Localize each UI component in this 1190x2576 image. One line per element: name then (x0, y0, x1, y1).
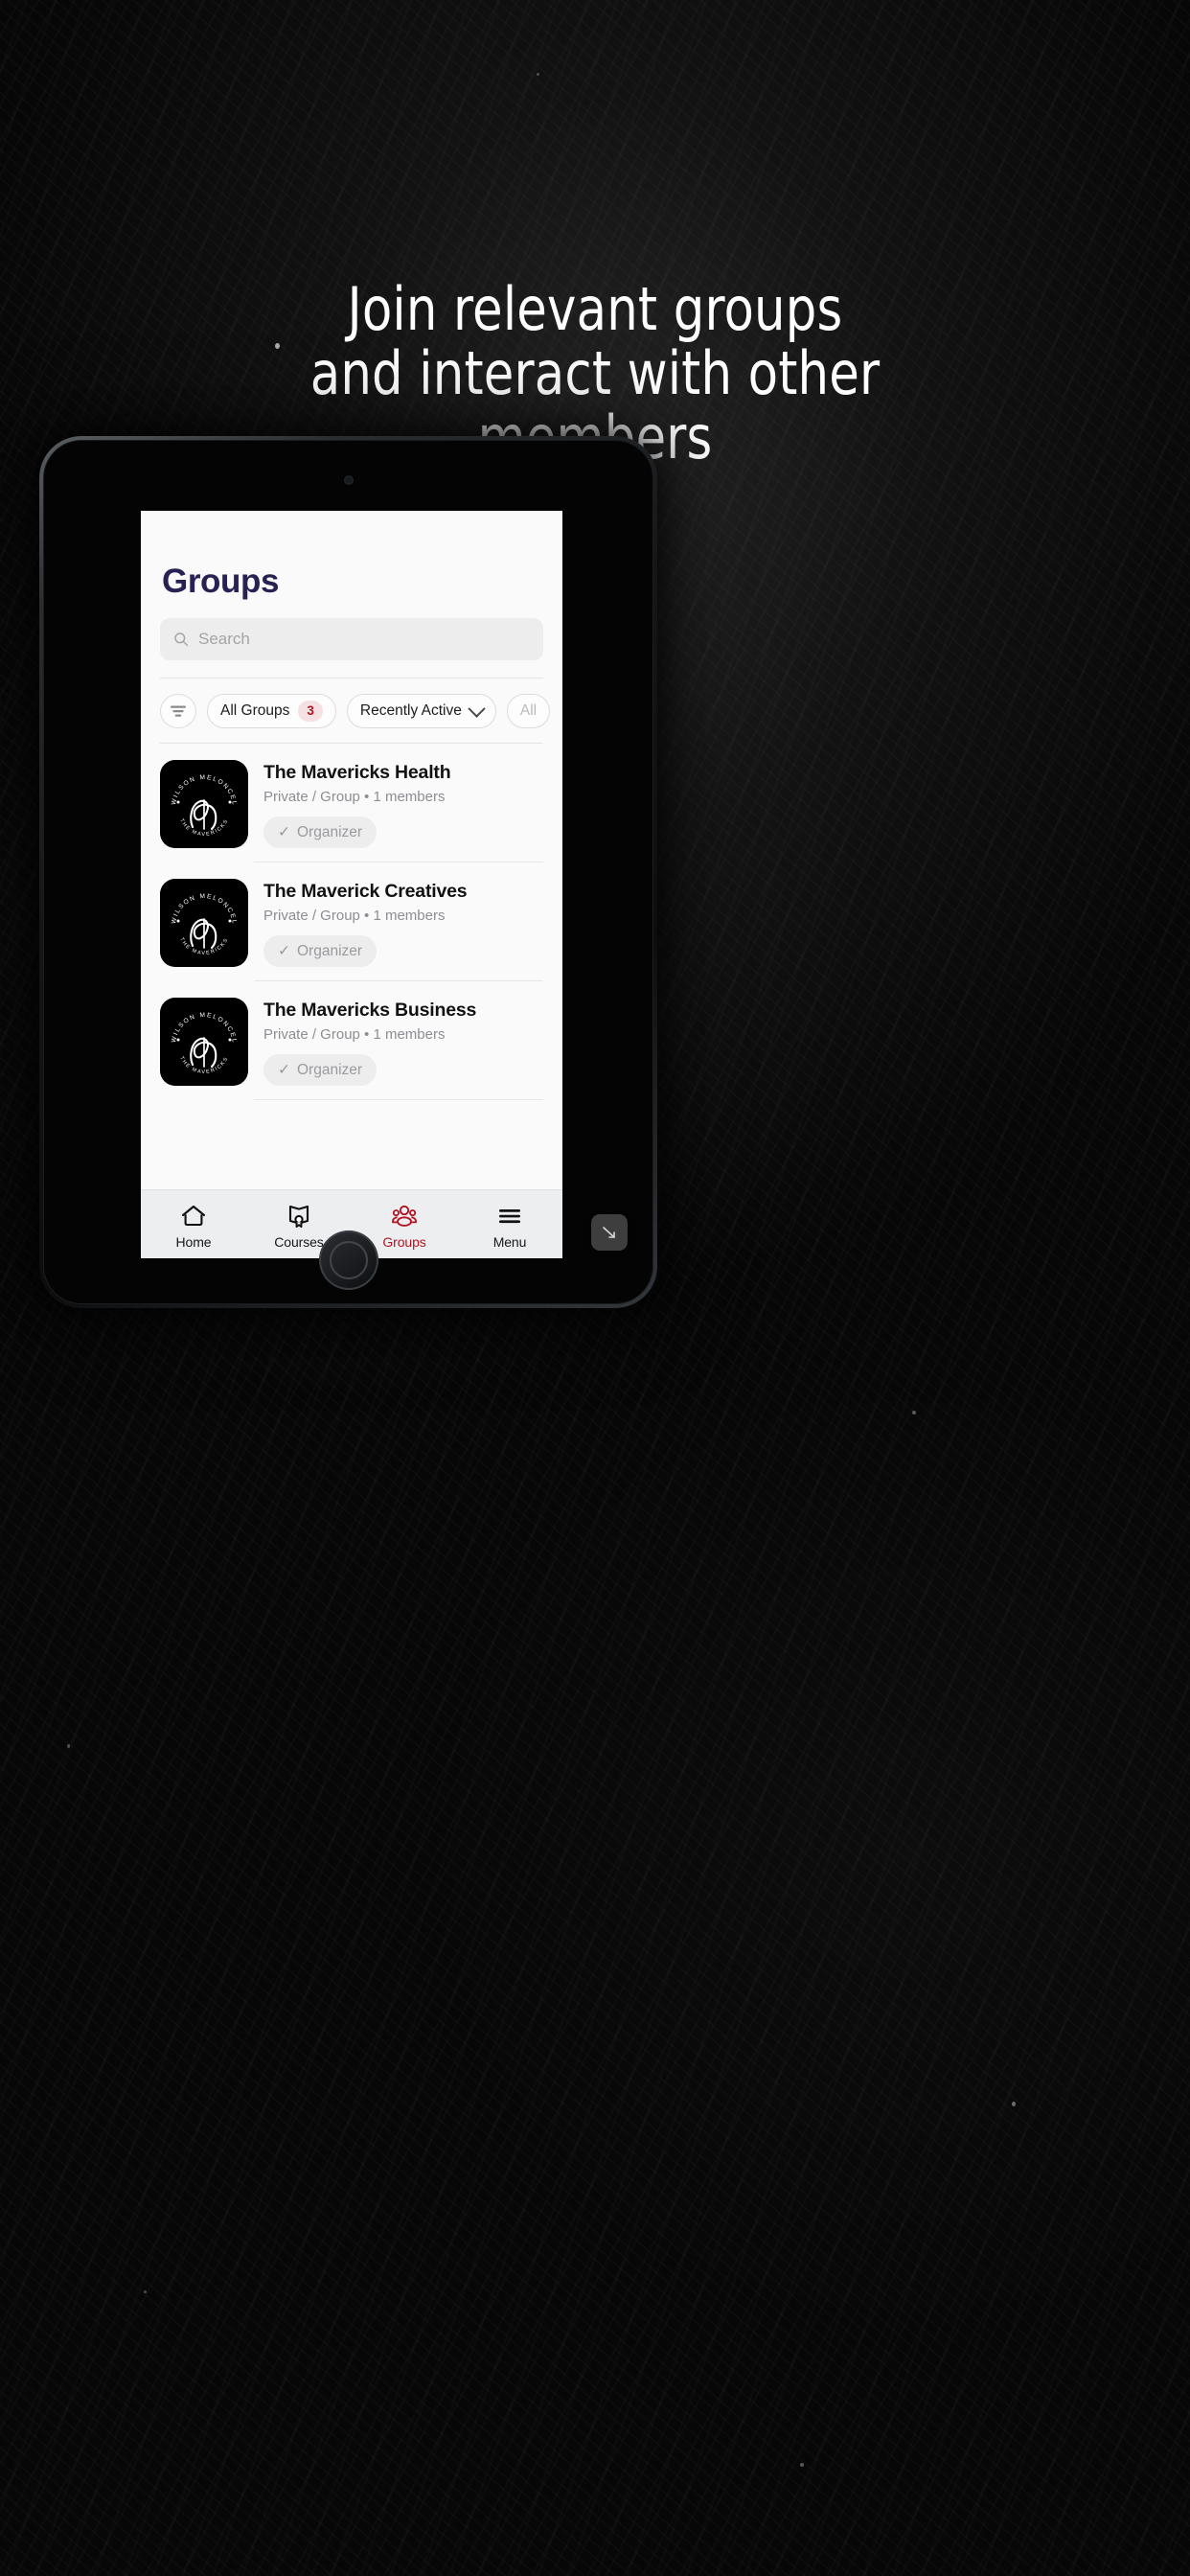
courses-icon (288, 1205, 309, 1228)
chip-all-label: All (519, 702, 538, 719)
group-name: The Mavericks Business (263, 1000, 477, 1021)
headline-line-1: Join relevant groups (347, 274, 843, 344)
status-badge: ✓ Organizer (263, 816, 378, 848)
headline-line-2: and interact with other (309, 337, 881, 408)
group-meta: Private / Group • 1 members (263, 908, 446, 924)
maverick-logo-icon: C WILSON MELONCELLI THE MAVERICKS (160, 760, 248, 848)
hamburger-icon (499, 1208, 520, 1223)
nav-item-groups-label: Groups (382, 1233, 426, 1250)
status-badge-label: Organizer (297, 1061, 363, 1078)
status-badge: ✓ Organizer (263, 1054, 378, 1086)
home-button[interactable] (318, 1230, 378, 1290)
search-icon (174, 632, 189, 647)
status-badge-label: Organizer (297, 823, 363, 840)
avatar: C WILSON MELONCELLI THE MAVERICKS (160, 760, 248, 848)
groups-icon (392, 1205, 417, 1227)
list-item[interactable]: C WILSON MELONCELLI THE MAVERICKS (141, 744, 562, 848)
list-divider (254, 1099, 543, 1100)
nav-item-home-label: Home (175, 1233, 212, 1250)
list-item-body: The Mavericks Business Private / Group •… (263, 998, 543, 1086)
filter-chip-row[interactable]: All Groups 3 Recently Active All (141, 678, 562, 743)
group-name: The Mavericks Health (263, 762, 451, 783)
list-item-body: The Mavericks Health Private / Group • 1… (263, 760, 543, 848)
check-icon: ✓ (278, 1062, 290, 1078)
home-icon (181, 1205, 206, 1226)
search-placeholder: Search (198, 630, 250, 648)
resize-arrow-icon (603, 1227, 615, 1238)
chip-all-groups-count: 3 (298, 701, 323, 722)
filter-toggle-button[interactable] (160, 694, 196, 728)
chip-recently-active[interactable]: Recently Active (346, 694, 496, 728)
group-meta: Private / Group • 1 members (263, 789, 446, 805)
check-icon: ✓ (278, 943, 290, 959)
nav-item-home[interactable]: Home (141, 1190, 246, 1258)
list-item[interactable]: C WILSON MELONCELLI THE MAVERICKS (141, 981, 562, 1086)
group-meta: Private / Group • 1 members (263, 1026, 446, 1043)
app-header: Groups Search (141, 511, 562, 678)
filter-lines-icon (171, 705, 186, 717)
chip-all-groups[interactable]: All Groups 3 (207, 694, 336, 728)
chip-all-groups-label: All Groups (220, 702, 290, 719)
front-camera (343, 475, 354, 485)
status-badge-label: Organizer (297, 942, 363, 959)
nav-item-menu-label: Menu (492, 1233, 527, 1250)
nav-item-menu[interactable]: Menu (457, 1190, 562, 1258)
resize-button[interactable] (591, 1214, 628, 1251)
chevron-down-icon (468, 699, 486, 718)
page-title: Groups (162, 563, 280, 600)
tablet-device-frame: Groups Search All Groups 3 Recently Acti… (39, 436, 657, 1308)
chip-all[interactable]: All (506, 694, 551, 728)
check-icon: ✓ (278, 824, 290, 840)
avatar: C WILSON MELONCELLI THE MAVERICKS (160, 879, 248, 967)
group-list: C WILSON MELONCELLI THE MAVERICKS (141, 744, 562, 1100)
nav-item-courses-label: Courses (274, 1233, 324, 1250)
status-badge: ✓ Organizer (263, 935, 378, 967)
group-name: The Maverick Creatives (263, 881, 468, 902)
app-screen: Groups Search All Groups 3 Recently Acti… (141, 511, 562, 1258)
list-item[interactable]: C WILSON MELONCELLI THE MAVERICKS (141, 862, 562, 967)
avatar: C WILSON MELONCELLI THE MAVERICKS (160, 998, 248, 1086)
tablet-body: Groups Search All Groups 3 Recently Acti… (43, 440, 653, 1304)
maverick-logo-icon: C WILSON MELONCELLI THE MAVERICKS (160, 879, 248, 967)
maverick-logo-icon: C WILSON MELONCELLI THE MAVERICKS (160, 998, 248, 1086)
search-input[interactable]: Search (160, 618, 543, 660)
chip-recently-active-label: Recently Active (359, 702, 462, 719)
list-item-body: The Maverick Creatives Private / Group •… (263, 879, 543, 967)
